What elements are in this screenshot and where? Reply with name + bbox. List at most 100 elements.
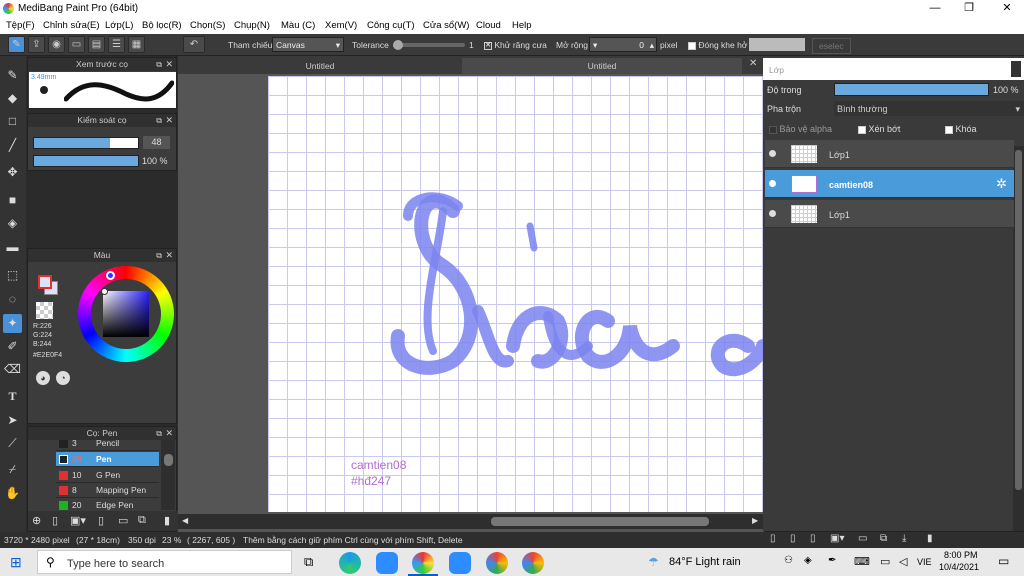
gap-slider[interactable] (749, 38, 805, 51)
menu-layer[interactable]: Lớp(L) (105, 20, 133, 31)
brush-item-selected[interactable]: 48Pen✲ (56, 452, 159, 467)
minimize-button[interactable]: — (918, 0, 952, 17)
zoom-app-icon[interactable] (376, 552, 398, 574)
comment-icon[interactable]: ◉ (48, 36, 65, 53)
clock-date[interactable]: 10/4/2021 (939, 562, 979, 572)
hue-handle[interactable] (106, 271, 115, 280)
drawing-canvas[interactable]: camtien08 #hđ247 (268, 76, 763, 512)
tab-untitled-2[interactable]: Untitled (462, 58, 742, 74)
text-tool-icon[interactable]: T (3, 387, 22, 406)
delete-layer-icon[interactable]: ▮ (927, 533, 933, 544)
scroll-left-icon[interactable]: ◀ (182, 516, 188, 525)
menu-view[interactable]: Xem(V) (325, 20, 357, 31)
select-button[interactable]: eselec (812, 38, 851, 54)
menu-file[interactable]: Tệp(F) (6, 20, 35, 31)
hand-tool-icon[interactable]: ✋ (3, 484, 22, 503)
menu-help[interactable]: Help (512, 20, 532, 31)
language-indicator[interactable]: VIE (917, 557, 932, 567)
zoom-app-icon-2[interactable] (449, 552, 471, 574)
visibility-eye-icon[interactable] (769, 180, 776, 187)
popout-icon[interactable]: ⧉ (156, 427, 162, 440)
visibility-eye-icon[interactable] (769, 210, 776, 217)
brush-item[interactable]: 20 Edge Pen (56, 498, 159, 510)
select-pen-icon[interactable]: ✐ (3, 337, 22, 356)
copy-brush-icon[interactable]: ▯ (98, 514, 104, 527)
h-scrollbar-thumb[interactable] (491, 517, 709, 526)
blend-select[interactable]: Bình thường ▾ (834, 101, 1024, 116)
bucket-tool-icon[interactable]: ◈ (3, 214, 22, 233)
brush-mode-icon[interactable]: ✎ (8, 36, 25, 53)
task-view-icon[interactable]: ⧉ (304, 554, 313, 570)
undo-icon[interactable]: ↶ (183, 36, 205, 53)
palette-add-icon[interactable]: ◔ (56, 371, 70, 385)
eraser-tool-icon[interactable]: ◆ (3, 89, 22, 108)
keyboard-icon[interactable]: ⌨ (854, 555, 870, 568)
monitor-icon[interactable]: ▭ (880, 555, 890, 568)
popout-icon[interactable]: ⧉ (156, 114, 162, 127)
brush-item[interactable]: 3 Pencil (56, 440, 159, 451)
dropbox-icon[interactable]: ◈ (804, 555, 812, 566)
menu-edit[interactable]: Chỉnh sửa(E) (43, 20, 100, 31)
move-tool-icon[interactable]: ✥ (3, 163, 22, 182)
transparent-swatch[interactable] (36, 302, 53, 319)
line-tool-icon[interactable]: ╱ (3, 136, 22, 155)
dropper-tool-icon[interactable]: ⟋ (3, 434, 22, 453)
brush-list-scrollbar[interactable] (161, 440, 175, 510)
brush-tool-icon[interactable]: ✎ (3, 66, 22, 85)
share-icon[interactable]: ⇪ (28, 36, 45, 53)
duplicate-icon[interactable]: ⧉ (138, 514, 146, 527)
layer-opacity-slider[interactable] (834, 83, 989, 96)
brush-opacity-slider[interactable] (33, 155, 139, 167)
fg-bg-swatch[interactable] (38, 275, 60, 295)
layer-scrollbar-thumb[interactable] (1015, 150, 1022, 490)
tolerance-slider-handle[interactable] (393, 40, 403, 50)
saturation-square[interactable] (103, 291, 149, 337)
scroll-right-icon[interactable]: ▶ (752, 516, 758, 525)
gear-icon[interactable]: ✲ (996, 176, 1007, 192)
clock-time[interactable]: 8:00 PM (944, 550, 978, 560)
menu-cloud[interactable]: Cloud (476, 20, 501, 31)
new-layer-1bit-icon[interactable]: ▯ (810, 533, 816, 544)
search-box[interactable]: ⚲ Type here to search (37, 550, 292, 574)
edge-browser-icon[interactable] (339, 552, 361, 574)
brush-item[interactable]: 8 Mapping Pen (56, 483, 159, 498)
rectangle-tool-icon[interactable]: □ (3, 112, 22, 131)
brush-item[interactable]: 10 G Pen (56, 468, 159, 483)
clipping-checkbox[interactable]: Xén bớt (858, 124, 900, 134)
operation-tool-icon[interactable]: ➤ (3, 411, 22, 430)
foreground-color-swatch[interactable] (38, 275, 52, 289)
close-panel-icon[interactable]: ✕ (165, 114, 173, 127)
palette-icon[interactable]: ◕ (36, 371, 50, 385)
folder-icon[interactable]: ▭ (118, 514, 128, 527)
volume-icon[interactable]: ◁ (899, 555, 907, 568)
merge-layer-icon[interactable]: ⤓ (902, 533, 906, 544)
lasso-icon[interactable]: ◌ (3, 290, 22, 309)
list-icon[interactable]: ☰ (108, 36, 125, 53)
scrollbar-thumb[interactable] (164, 454, 173, 466)
maximize-button[interactable]: ❐ (952, 0, 986, 17)
protect-alpha-checkbox[interactable]: Bảo vệ alpha (769, 124, 832, 134)
popout-icon[interactable]: ⧉ (156, 58, 162, 71)
close-gap-checkbox[interactable]: Đóng khe hở (688, 40, 747, 50)
duplicate-layer-icon[interactable]: ⧉ (880, 533, 887, 544)
tab-untitled-1[interactable]: Untitled (182, 58, 458, 74)
new-layer-icon[interactable]: ▯ (770, 533, 776, 544)
layer-row[interactable]: Lớp1 (765, 200, 1014, 228)
brush-size-slider[interactable] (33, 137, 139, 149)
close-panel-icon[interactable]: ✕ (165, 427, 173, 440)
select-eraser-icon[interactable]: ⌫ (3, 360, 22, 379)
eyedropper-icon[interactable]: ⌿ (3, 460, 22, 479)
gradient-tool-icon[interactable]: ▬ (3, 238, 22, 257)
select-rect-icon[interactable]: ⬚ (3, 266, 22, 285)
new-layer-8bit-icon[interactable]: ▯ (790, 533, 796, 544)
antialias-checkbox[interactable]: ✕ Khử răng cưa (484, 40, 547, 50)
grid-icon[interactable]: ▦ (128, 36, 145, 53)
layer-row[interactable]: Lớp1 (765, 140, 1014, 168)
brush-menu-icon[interactable]: ▣▾ (70, 514, 86, 527)
sv-handle[interactable] (101, 288, 108, 295)
chrome-icon-2[interactable] (522, 552, 544, 574)
lock-checkbox[interactable]: Khóa (945, 124, 977, 134)
menu-color[interactable]: Màu (C) (281, 20, 315, 31)
tab-close-icon[interactable]: ✕ (749, 58, 757, 69)
chat-icon[interactable]: ▭ (68, 36, 85, 53)
